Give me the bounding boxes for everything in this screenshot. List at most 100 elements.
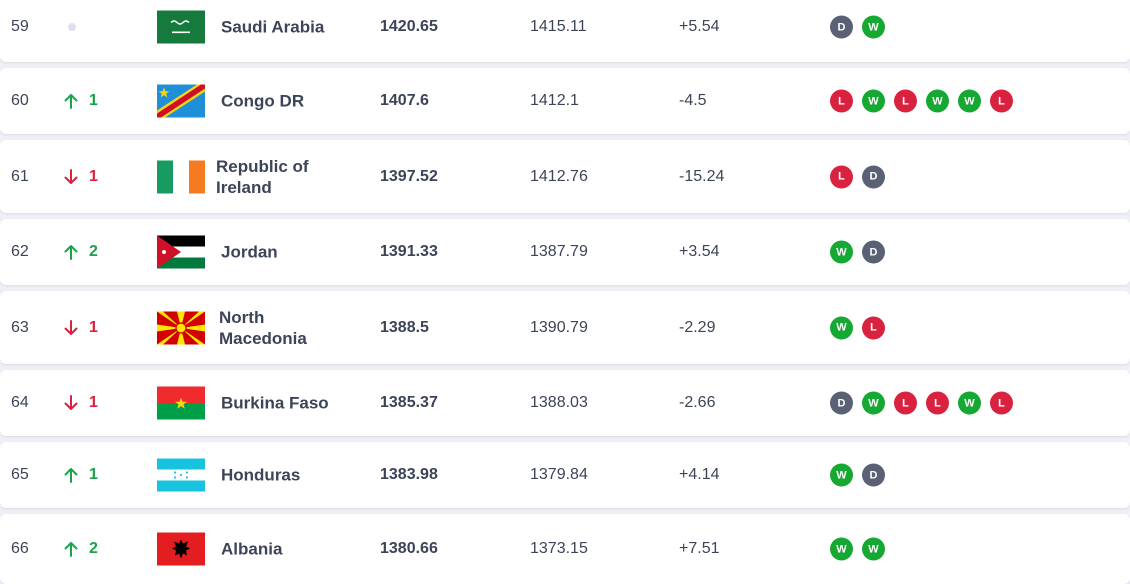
movement-count: 2 [89, 243, 98, 260]
rank-number: 62 [11, 243, 29, 260]
points-change: +5.54 [679, 18, 720, 35]
ranking-row[interactable]: 66 2 Albania 1380.66 1373.15 +7.51 W W [0, 514, 1130, 584]
rank-movement: 1 [64, 168, 98, 186]
previous-points: 1412.76 [530, 167, 588, 185]
points-change: -4.5 [679, 92, 707, 109]
form-result-badge: W [830, 316, 853, 339]
recent-form: W D [830, 463, 894, 487]
total-points: 1380.66 [380, 540, 438, 557]
total-points: 1385.37 [380, 394, 438, 411]
team-name[interactable]: Albania [221, 539, 341, 560]
points-change: -2.66 [679, 394, 716, 411]
team-name[interactable]: Jordan [221, 242, 341, 263]
recent-form: W D [830, 240, 894, 264]
ireland-flag-icon [157, 160, 205, 193]
north-macedonia-flag-icon [157, 311, 205, 344]
team-name[interactable]: Republic of Ireland [216, 156, 336, 198]
form-result-badge: W [830, 240, 853, 264]
form-result-badge: W [830, 463, 853, 487]
recent-form: L D [830, 165, 894, 188]
form-result-badge: W [862, 15, 885, 39]
form-result-badge: L [926, 391, 949, 415]
team-name[interactable]: Congo DR [221, 91, 341, 112]
movement-count: 2 [89, 540, 98, 557]
ranking-row[interactable]: 62 2 Jordan 1391.33 1387.79 +3.54 W D [0, 219, 1130, 285]
form-result-badge: L [830, 165, 853, 188]
total-points: 1407.6 [380, 92, 429, 109]
form-result-badge: W [926, 89, 949, 113]
team-name[interactable]: North Macedonia [219, 307, 339, 349]
previous-points: 1415.11 [530, 18, 587, 35]
team-name[interactable]: Honduras [221, 465, 341, 486]
team-name[interactable]: Burkina Faso [221, 393, 351, 414]
form-result-badge: L [862, 316, 885, 339]
arrow-up-icon [64, 468, 78, 483]
form-result-badge: D [862, 165, 885, 188]
honduras-flag-icon [157, 458, 205, 492]
previous-points: 1379.84 [530, 466, 588, 483]
rank-movement: 1 [64, 319, 98, 337]
recent-form: L W L W W L [830, 89, 1022, 113]
recent-form: D W L L W L [830, 391, 1022, 415]
previous-points: 1412.1 [530, 92, 579, 109]
rank-movement: 2 [64, 540, 98, 558]
points-change: -2.29 [679, 318, 716, 336]
rank-number: 64 [11, 394, 29, 411]
total-points: 1420.65 [380, 18, 438, 35]
arrow-down-icon [64, 168, 78, 184]
points-change: +4.14 [679, 466, 720, 483]
arrow-up-icon [64, 94, 78, 109]
form-result-badge: W [958, 89, 981, 113]
movement-count: 1 [89, 92, 98, 109]
total-points: 1383.98 [380, 466, 438, 483]
recent-form: W W [830, 537, 894, 561]
total-points: 1397.52 [380, 167, 438, 185]
rank-movement: 1 [64, 92, 98, 110]
form-result-badge: D [830, 15, 853, 39]
albania-flag-icon [157, 532, 205, 566]
rank-movement: 1 [64, 394, 98, 412]
rank-number: 63 [11, 318, 29, 336]
movement-count: 1 [89, 167, 98, 185]
form-result-badge: W [862, 537, 885, 561]
form-result-badge: W [958, 391, 981, 415]
movement-count: 1 [89, 318, 98, 336]
form-result-badge: D [862, 240, 885, 264]
form-result-badge: L [894, 391, 917, 415]
arrow-down-icon [64, 395, 78, 410]
ranking-row[interactable]: 61 1 Republic of Ireland 1397.52 1412.76… [0, 140, 1130, 213]
ranking-row[interactable]: 60 1 Congo DR 1407.6 1412.1 -4.5 L W L W… [0, 68, 1130, 134]
rank-number: 66 [11, 540, 29, 557]
previous-points: 1387.79 [530, 243, 588, 260]
rank-movement: 2 [64, 243, 98, 261]
form-result-badge: L [990, 391, 1013, 415]
recent-form: W L [830, 316, 894, 339]
burkina-faso-flag-icon [157, 386, 205, 420]
movement-count: 1 [89, 394, 98, 411]
form-result-badge: L [990, 89, 1013, 113]
arrow-down-icon [64, 319, 78, 335]
rank-number: 60 [11, 92, 29, 109]
arrow-up-icon [64, 245, 78, 260]
previous-points: 1388.03 [530, 394, 588, 411]
saudi-arabia-flag-icon [157, 10, 205, 44]
form-result-badge: L [830, 89, 853, 113]
arrow-up-icon [64, 542, 78, 557]
form-result-badge: W [830, 537, 853, 561]
form-result-badge: W [862, 89, 885, 113]
rank-number: 65 [11, 466, 29, 483]
ranking-row[interactable]: 64 1 Burkina Faso 1385.37 1388.03 -2.66 … [0, 370, 1130, 436]
movement-count: 1 [89, 466, 98, 483]
rank-movement: 1 [64, 466, 98, 484]
ranking-row[interactable]: 63 1 North Macedonia 1388.5 1390.79 -2.2… [0, 291, 1130, 364]
ranking-row[interactable]: 59 Saudi Arabia 1420.65 1415.11 +5.54 D … [0, 0, 1130, 62]
ranking-row[interactable]: 65 1 Honduras 1383.98 1379.84 +4.14 W D [0, 442, 1130, 508]
rank-number: 59 [11, 18, 29, 35]
points-change: +3.54 [679, 243, 720, 260]
previous-points: 1390.79 [530, 318, 588, 336]
jordan-flag-icon [157, 235, 205, 269]
team-name[interactable]: Saudi Arabia [221, 17, 341, 38]
total-points: 1391.33 [380, 243, 438, 260]
points-change: -15.24 [679, 167, 725, 185]
form-result-badge: W [862, 391, 885, 415]
